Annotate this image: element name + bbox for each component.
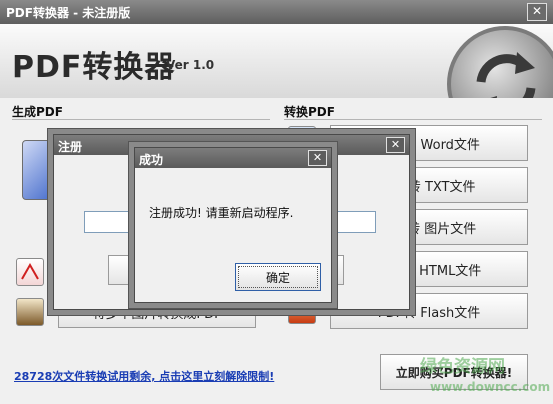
image-file-icon	[16, 298, 44, 326]
success-dialog-close-button[interactable]: ✕	[308, 150, 327, 166]
success-dialog-titlebar: 成功 ✕	[135, 148, 331, 168]
ok-button[interactable]: 确定	[235, 263, 321, 291]
success-message: 注册成功! 请重新启动程序.	[149, 206, 294, 220]
pdf-file-icon	[16, 258, 44, 286]
register-dialog-close-button[interactable]: ✕	[386, 137, 405, 153]
watermark-brand: 绿色资源网	[420, 357, 505, 377]
app-version: Ver 1.0	[166, 58, 215, 72]
ok-label: 确定	[265, 270, 290, 285]
app-name: PDF转换器	[12, 50, 176, 85]
window-title: PDF转换器 - 未注册版	[6, 6, 131, 20]
left-section-heading: 生成PDF	[12, 105, 63, 119]
watermark-url: www.downcc.com	[430, 380, 551, 394]
success-dialog-title: 成功	[139, 153, 164, 167]
window-close-button[interactable]: ✕	[527, 3, 547, 21]
trial-remaining-link[interactable]: 28728次文件转换试用剩余, 点击这里立刻解除限制!	[14, 368, 274, 384]
register-code-field-left[interactable]	[84, 211, 138, 233]
app-banner: PDF转换器 Ver 1.0	[0, 24, 553, 142]
right-section-heading: 转换PDF	[284, 105, 335, 119]
title-bar: PDF转换器 - 未注册版 ✕	[0, 0, 553, 24]
left-section-divider	[12, 119, 270, 120]
right-section-divider	[284, 119, 542, 120]
register-dialog-title: 注册	[58, 140, 83, 154]
success-dialog: 成功 ✕ 注册成功! 请重新启动程序. 确定	[134, 147, 332, 303]
